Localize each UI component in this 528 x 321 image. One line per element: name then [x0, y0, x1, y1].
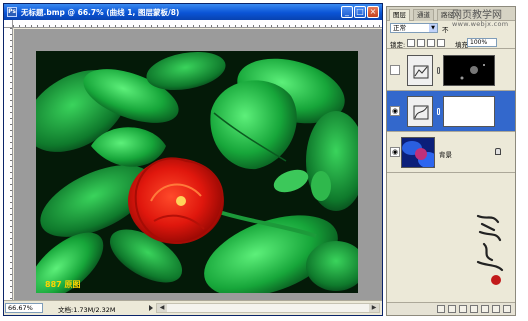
- hibiscus-flower: [128, 157, 224, 245]
- vertical-ruler[interactable]: [4, 28, 13, 300]
- tab-channels[interactable]: 通道: [413, 9, 434, 21]
- lock-all-icon[interactable]: [437, 39, 445, 47]
- lock-move-icon[interactable]: [427, 39, 435, 47]
- hibiscus-photo: [36, 51, 358, 293]
- blend-mode-select[interactable]: 正常 ▼: [390, 23, 438, 33]
- mask-link-icon[interactable]: [437, 67, 440, 74]
- new-layer-icon[interactable]: [492, 305, 500, 313]
- photo-canvas[interactable]: 887 原图: [36, 51, 358, 293]
- layer-name: 背景: [439, 151, 452, 159]
- photoshop-app-icon[interactable]: Ps: [7, 7, 17, 17]
- panel-bottom-toolbar: [387, 302, 515, 315]
- lock-options: [407, 39, 445, 47]
- opacity-label: 不: [442, 26, 449, 34]
- mask-link-icon[interactable]: [437, 108, 440, 115]
- status-menu-arrow-icon[interactable]: [149, 305, 153, 311]
- layer-row-curves[interactable]: ◉: [387, 91, 515, 132]
- ruler-origin[interactable]: [4, 20, 13, 28]
- lock-label: 锁定:: [390, 41, 406, 49]
- layer-style-icon[interactable]: [448, 305, 456, 313]
- visibility-toggle[interactable]: [390, 65, 400, 75]
- mask-preview: [460, 64, 485, 80]
- eye-icon[interactable]: ◉: [390, 147, 400, 157]
- curves-icon: [413, 105, 429, 120]
- background-thumbnail: [401, 137, 435, 168]
- layer-row-adjustment[interactable]: [387, 50, 515, 91]
- lock-row: 锁定: 填充: 100%: [387, 37, 515, 49]
- close-button[interactable]: ×: [367, 6, 379, 18]
- eye-icon[interactable]: ◉: [390, 106, 400, 116]
- lock-paint-icon[interactable]: [417, 39, 425, 47]
- adjustment-thumbnail: [407, 55, 433, 86]
- lock-transparency-icon[interactable]: [407, 39, 415, 47]
- document-statusbar: 66.67% 文档:1.73M/2.32M ◀ ▶: [4, 300, 382, 315]
- document-size-info: 文档:1.73M/2.32M: [58, 306, 116, 314]
- document-titlebar[interactable]: Ps 无标题.bmp @ 66.7% (曲线 1, 图层蒙板/8) _ □ ×: [4, 4, 382, 20]
- horizontal-scrollbar[interactable]: ◀ ▶: [156, 303, 380, 313]
- layer-list: ◉ ◉ 背景: [387, 50, 515, 173]
- mask-thumbnail[interactable]: [443, 96, 495, 127]
- levels-icon: [413, 65, 429, 79]
- layer-row-background[interactable]: ◉ 背景: [387, 132, 515, 173]
- photo-caption: 887 原图: [45, 280, 81, 289]
- zoom-field[interactable]: 66.67%: [5, 303, 43, 313]
- trash-icon[interactable]: [503, 305, 511, 313]
- watermark-site: 网页教学网: [452, 10, 502, 21]
- fill-field[interactable]: 100%: [467, 38, 497, 47]
- calligraphy-signature-icon: [470, 210, 510, 292]
- lock-icon: [495, 148, 501, 155]
- chevron-down-icon[interactable]: ▼: [429, 24, 437, 32]
- add-mask-icon[interactable]: [459, 305, 467, 313]
- new-adjustment-icon[interactable]: [470, 305, 478, 313]
- horizontal-ruler[interactable]: [13, 20, 382, 28]
- new-group-icon[interactable]: [481, 305, 489, 313]
- tab-layers[interactable]: 图层: [389, 9, 410, 21]
- curves-thumbnail: [407, 96, 433, 127]
- background-preview: [402, 138, 434, 167]
- blend-mode-value: 正常: [393, 24, 406, 32]
- document-title: 无标题.bmp @ 66.7% (曲线 1, 图层蒙板/8): [21, 8, 180, 17]
- minimize-button[interactable]: _: [341, 6, 353, 18]
- scroll-left-icon[interactable]: ◀: [157, 304, 167, 312]
- watermark-url: www.webjx.com: [452, 20, 509, 28]
- scroll-right-icon[interactable]: ▶: [369, 304, 379, 312]
- signature-drawing: [476, 214, 504, 285]
- link-layers-icon[interactable]: [437, 305, 445, 313]
- maximize-button[interactable]: □: [354, 6, 366, 18]
- window-controls: _ □ ×: [341, 6, 379, 18]
- document-window: Ps 无标题.bmp @ 66.7% (曲线 1, 图层蒙板/8) _ □ ×: [3, 3, 383, 316]
- canvas-area[interactable]: 887 原图: [14, 29, 382, 300]
- mask-thumbnail[interactable]: [443, 55, 495, 86]
